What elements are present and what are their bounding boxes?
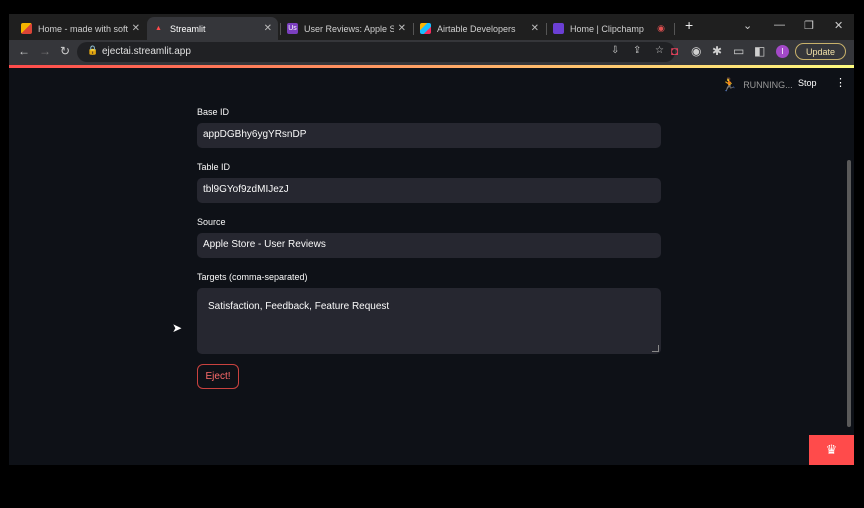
close-tab-icon[interactable]: ✕ <box>531 23 539 34</box>
install-icon[interactable]: ⇩ <box>611 45 619 56</box>
scrollbar[interactable] <box>847 160 851 427</box>
tab-search-icon[interactable]: ⌄ <box>743 19 752 32</box>
airtable-icon <box>420 23 431 34</box>
forward-icon[interactable]: → <box>39 44 51 58</box>
base-id-value: appDGBhy6ygYRsnDP <box>203 129 307 140</box>
browser-window: Home - made with soft... ✕ ▲ Streamlit ✕… <box>9 14 854 465</box>
source-input[interactable]: Apple Store - User Reviews <box>197 233 661 258</box>
close-tab-icon[interactable]: ✕ <box>398 23 406 34</box>
tab-label: Home - made with soft... <box>38 23 128 34</box>
running-status: 🏃 RUNNING... <box>721 77 793 93</box>
clipchamp-icon <box>553 23 564 34</box>
tab-softr[interactable]: Home - made with soft... ✕ <box>15 17 146 40</box>
url-text[interactable]: ejectai.streamlit.app <box>102 46 191 57</box>
grammarly-icon[interactable]: ◉ <box>691 44 701 58</box>
tab-label: Airtable Developers <box>437 23 516 34</box>
tab-strip: Home - made with soft... ✕ ▲ Streamlit ✕… <box>9 14 854 40</box>
update-label: Update <box>805 46 836 57</box>
pocket-icon[interactable]: ◘ <box>671 44 678 58</box>
targets-label: Targets (comma-separated) <box>197 272 308 282</box>
close-tab-icon[interactable]: ✕ <box>264 23 272 34</box>
profile-avatar[interactable]: I <box>776 45 789 58</box>
source-label: Source <box>197 217 226 227</box>
side-panel-icon[interactable]: ◧ <box>754 44 765 58</box>
tab-clipchamp[interactable]: Home | Clipchamp ◉ <box>547 17 671 40</box>
us-icon: Us <box>287 23 298 34</box>
back-icon[interactable]: ← <box>18 44 30 58</box>
close-tab-icon[interactable]: ✕ <box>132 23 140 34</box>
main-menu-icon[interactable]: ⋮ <box>835 76 846 89</box>
mouse-cursor-icon: ➤ <box>172 321 183 335</box>
recording-icon: ◉ <box>657 23 665 33</box>
tab-streamlit[interactable]: ▲ Streamlit ✕ <box>147 17 278 40</box>
resize-handle[interactable] <box>652 345 659 352</box>
running-figure-icon: 🏃 <box>721 77 738 92</box>
streamlit-icon: ▲ <box>155 25 162 32</box>
tab-label: Home | Clipchamp <box>570 23 644 34</box>
minimize-icon[interactable]: — <box>774 19 785 31</box>
base-id-input[interactable]: appDGBhy6ygYRsnDP <box>197 123 661 148</box>
softr-icon <box>21 23 32 34</box>
new-tab-button[interactable]: + <box>685 17 693 33</box>
eject-button[interactable]: Eject! <box>197 364 239 389</box>
browser-toolbar: ← → ↻ 🔒 ejectai.streamlit.app ⇩ ⇪ ☆ ◘ ◉ … <box>9 40 854 65</box>
targets-textarea[interactable]: Satisfaction, Feedback, Feature Request <box>197 288 661 354</box>
share-icon[interactable]: ⇪ <box>633 45 641 56</box>
restore-icon[interactable]: ❐ <box>804 19 814 32</box>
cast-icon[interactable]: ▭ <box>733 44 744 58</box>
targets-value: Satisfaction, Feedback, Feature Request <box>208 301 390 312</box>
close-window-icon[interactable]: ✕ <box>834 19 843 32</box>
bookmark-star-icon[interactable]: ☆ <box>655 45 664 56</box>
status-text: RUNNING... <box>743 80 793 90</box>
update-button[interactable]: Update <box>795 43 846 60</box>
address-bar[interactable]: 🔒 ejectai.streamlit.app ⇩ ⇪ ☆ <box>77 42 675 62</box>
table-id-input[interactable]: tbl9GYof9zdMIJezJ <box>197 178 661 203</box>
stop-button[interactable]: Stop <box>798 78 817 88</box>
crown-icon: ♛ <box>825 442 838 457</box>
source-value: Apple Store - User Reviews <box>203 239 326 250</box>
table-id-label: Table ID <box>197 162 231 172</box>
app-header: 🏃 RUNNING... Stop ⋮ <box>9 68 854 98</box>
tab-label: User Reviews: Apple Stor <box>304 23 394 34</box>
base-id-label: Base ID <box>197 107 230 117</box>
extensions-icon[interactable]: ✱ <box>712 44 722 58</box>
tab-label: Streamlit <box>170 23 206 34</box>
streamlit-crown-button[interactable]: ♛ <box>809 435 854 465</box>
reload-icon[interactable]: ↻ <box>60 44 70 58</box>
eject-label: Eject! <box>205 371 231 382</box>
lock-icon: 🔒 <box>87 45 99 55</box>
tab-user-reviews[interactable]: Us User Reviews: Apple Stor ✕ <box>281 17 412 40</box>
tab-separator <box>674 23 675 35</box>
tab-airtable[interactable]: Airtable Developers ✕ <box>414 17 545 40</box>
table-id-value: tbl9GYof9zdMIJezJ <box>203 184 289 195</box>
